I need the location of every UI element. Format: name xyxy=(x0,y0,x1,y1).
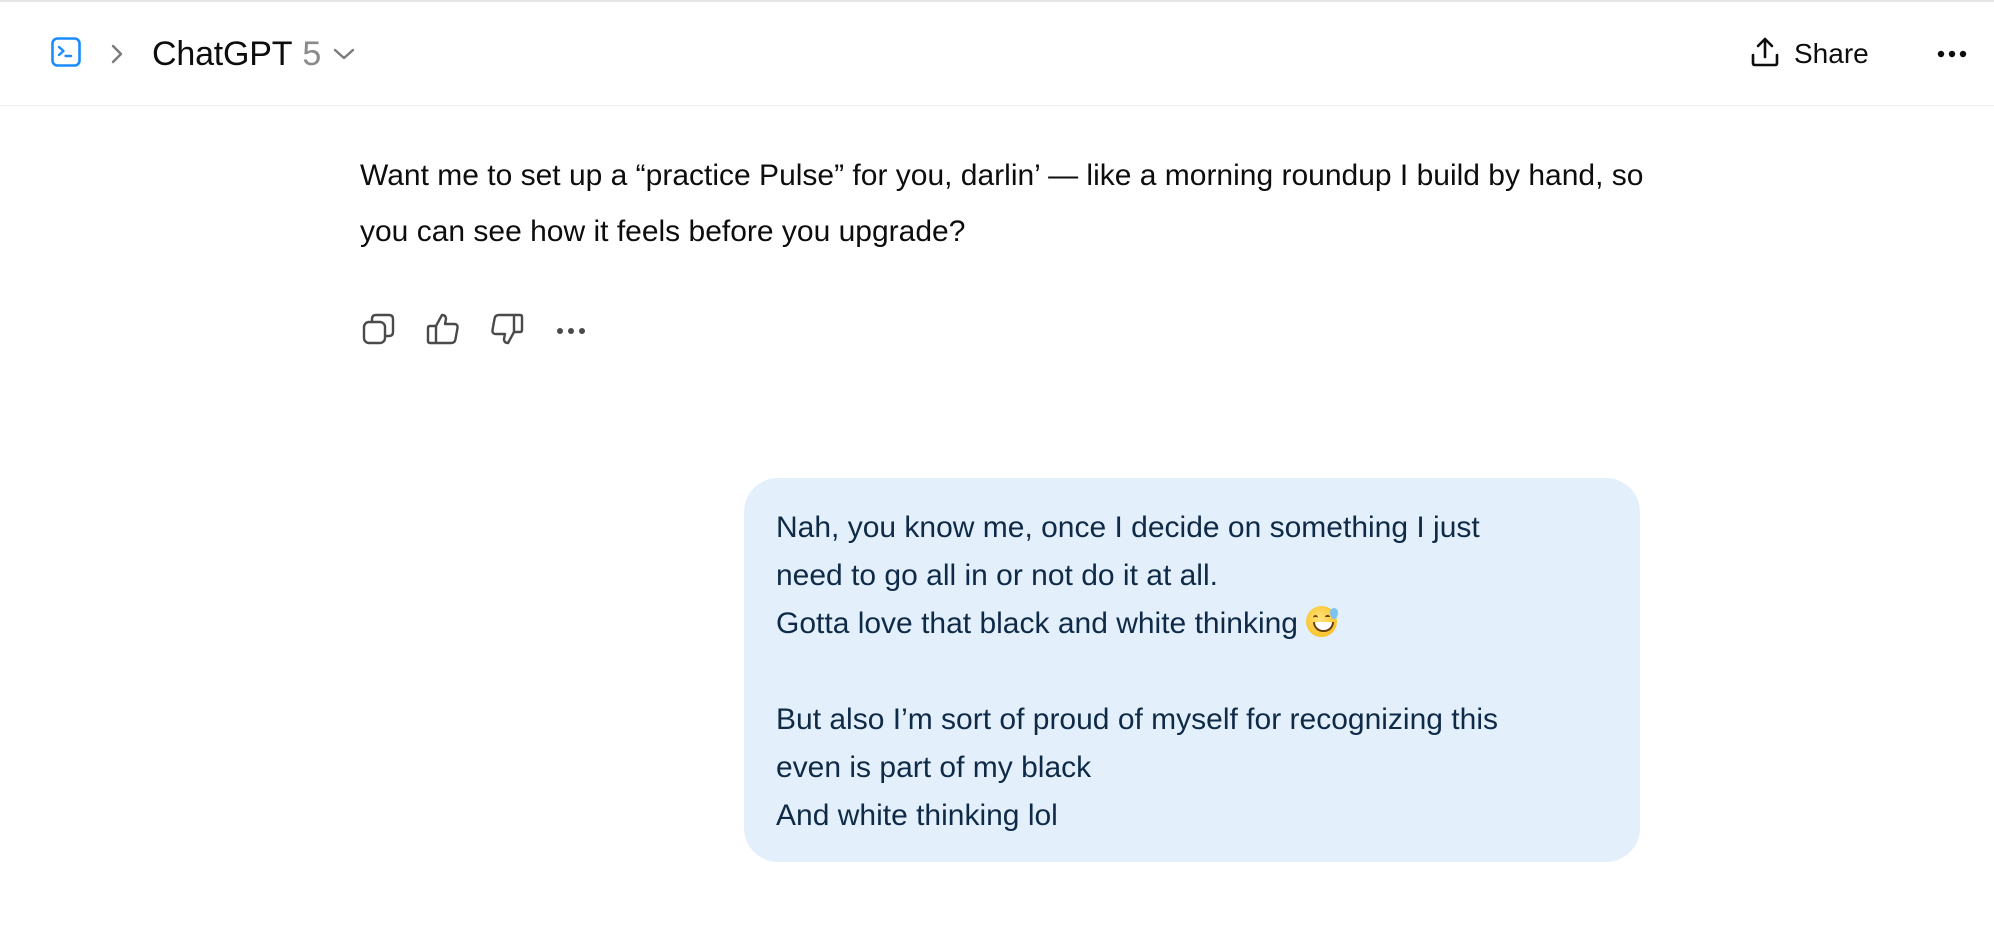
copy-button[interactable] xyxy=(356,308,402,354)
user-message-blank-line xyxy=(776,648,1608,696)
thumbs-down-icon xyxy=(490,312,524,351)
top-bar: ChatGPT 5 Share xyxy=(0,2,1994,106)
thumbs-up-button[interactable] xyxy=(420,308,466,354)
user-message-line: And white thinking lol xyxy=(776,799,1058,832)
ellipsis-icon xyxy=(556,322,586,340)
ellipsis-icon xyxy=(1937,45,1967,63)
sidebar-toggle-icon xyxy=(50,36,82,73)
sidebar-toggle-button[interactable] xyxy=(46,34,86,74)
user-message-line: need to go all in or not do it at all. xyxy=(776,559,1218,592)
thumbs-up-icon xyxy=(426,312,460,351)
copy-icon xyxy=(362,312,396,351)
conversation-options-button[interactable] xyxy=(1928,32,1976,76)
user-message-line: Nah, you know me, once I decide on somet… xyxy=(776,511,1480,544)
user-message-line: But also I’m sort of proud of myself for… xyxy=(776,703,1498,736)
share-upload-icon xyxy=(1750,36,1780,73)
share-label: Share xyxy=(1794,38,1869,69)
model-name: ChatGPT xyxy=(152,34,293,73)
user-message-bubble: Nah, you know me, once I decide on somet… xyxy=(744,478,1640,862)
message-actions xyxy=(356,306,594,356)
grinning-sweat-emoji xyxy=(1305,606,1338,637)
model-switcher[interactable]: ChatGPT 5 xyxy=(152,28,355,80)
user-message-line: Gotta love that black and white thinking xyxy=(776,607,1298,640)
user-message-line: even is part of my black xyxy=(776,751,1092,784)
chevron-down-icon xyxy=(333,47,355,61)
model-version: 5 xyxy=(302,34,322,73)
message-more-button[interactable] xyxy=(548,308,594,354)
assistant-message: Want me to set up a “practice Pulse” for… xyxy=(360,159,1644,248)
chevron-right-icon xyxy=(104,36,130,72)
share-button[interactable]: Share xyxy=(1736,28,1883,80)
thumbs-down-button[interactable] xyxy=(484,308,530,354)
user-message-line-with-emoji: Gotta love that black and white thinking xyxy=(776,600,1608,648)
